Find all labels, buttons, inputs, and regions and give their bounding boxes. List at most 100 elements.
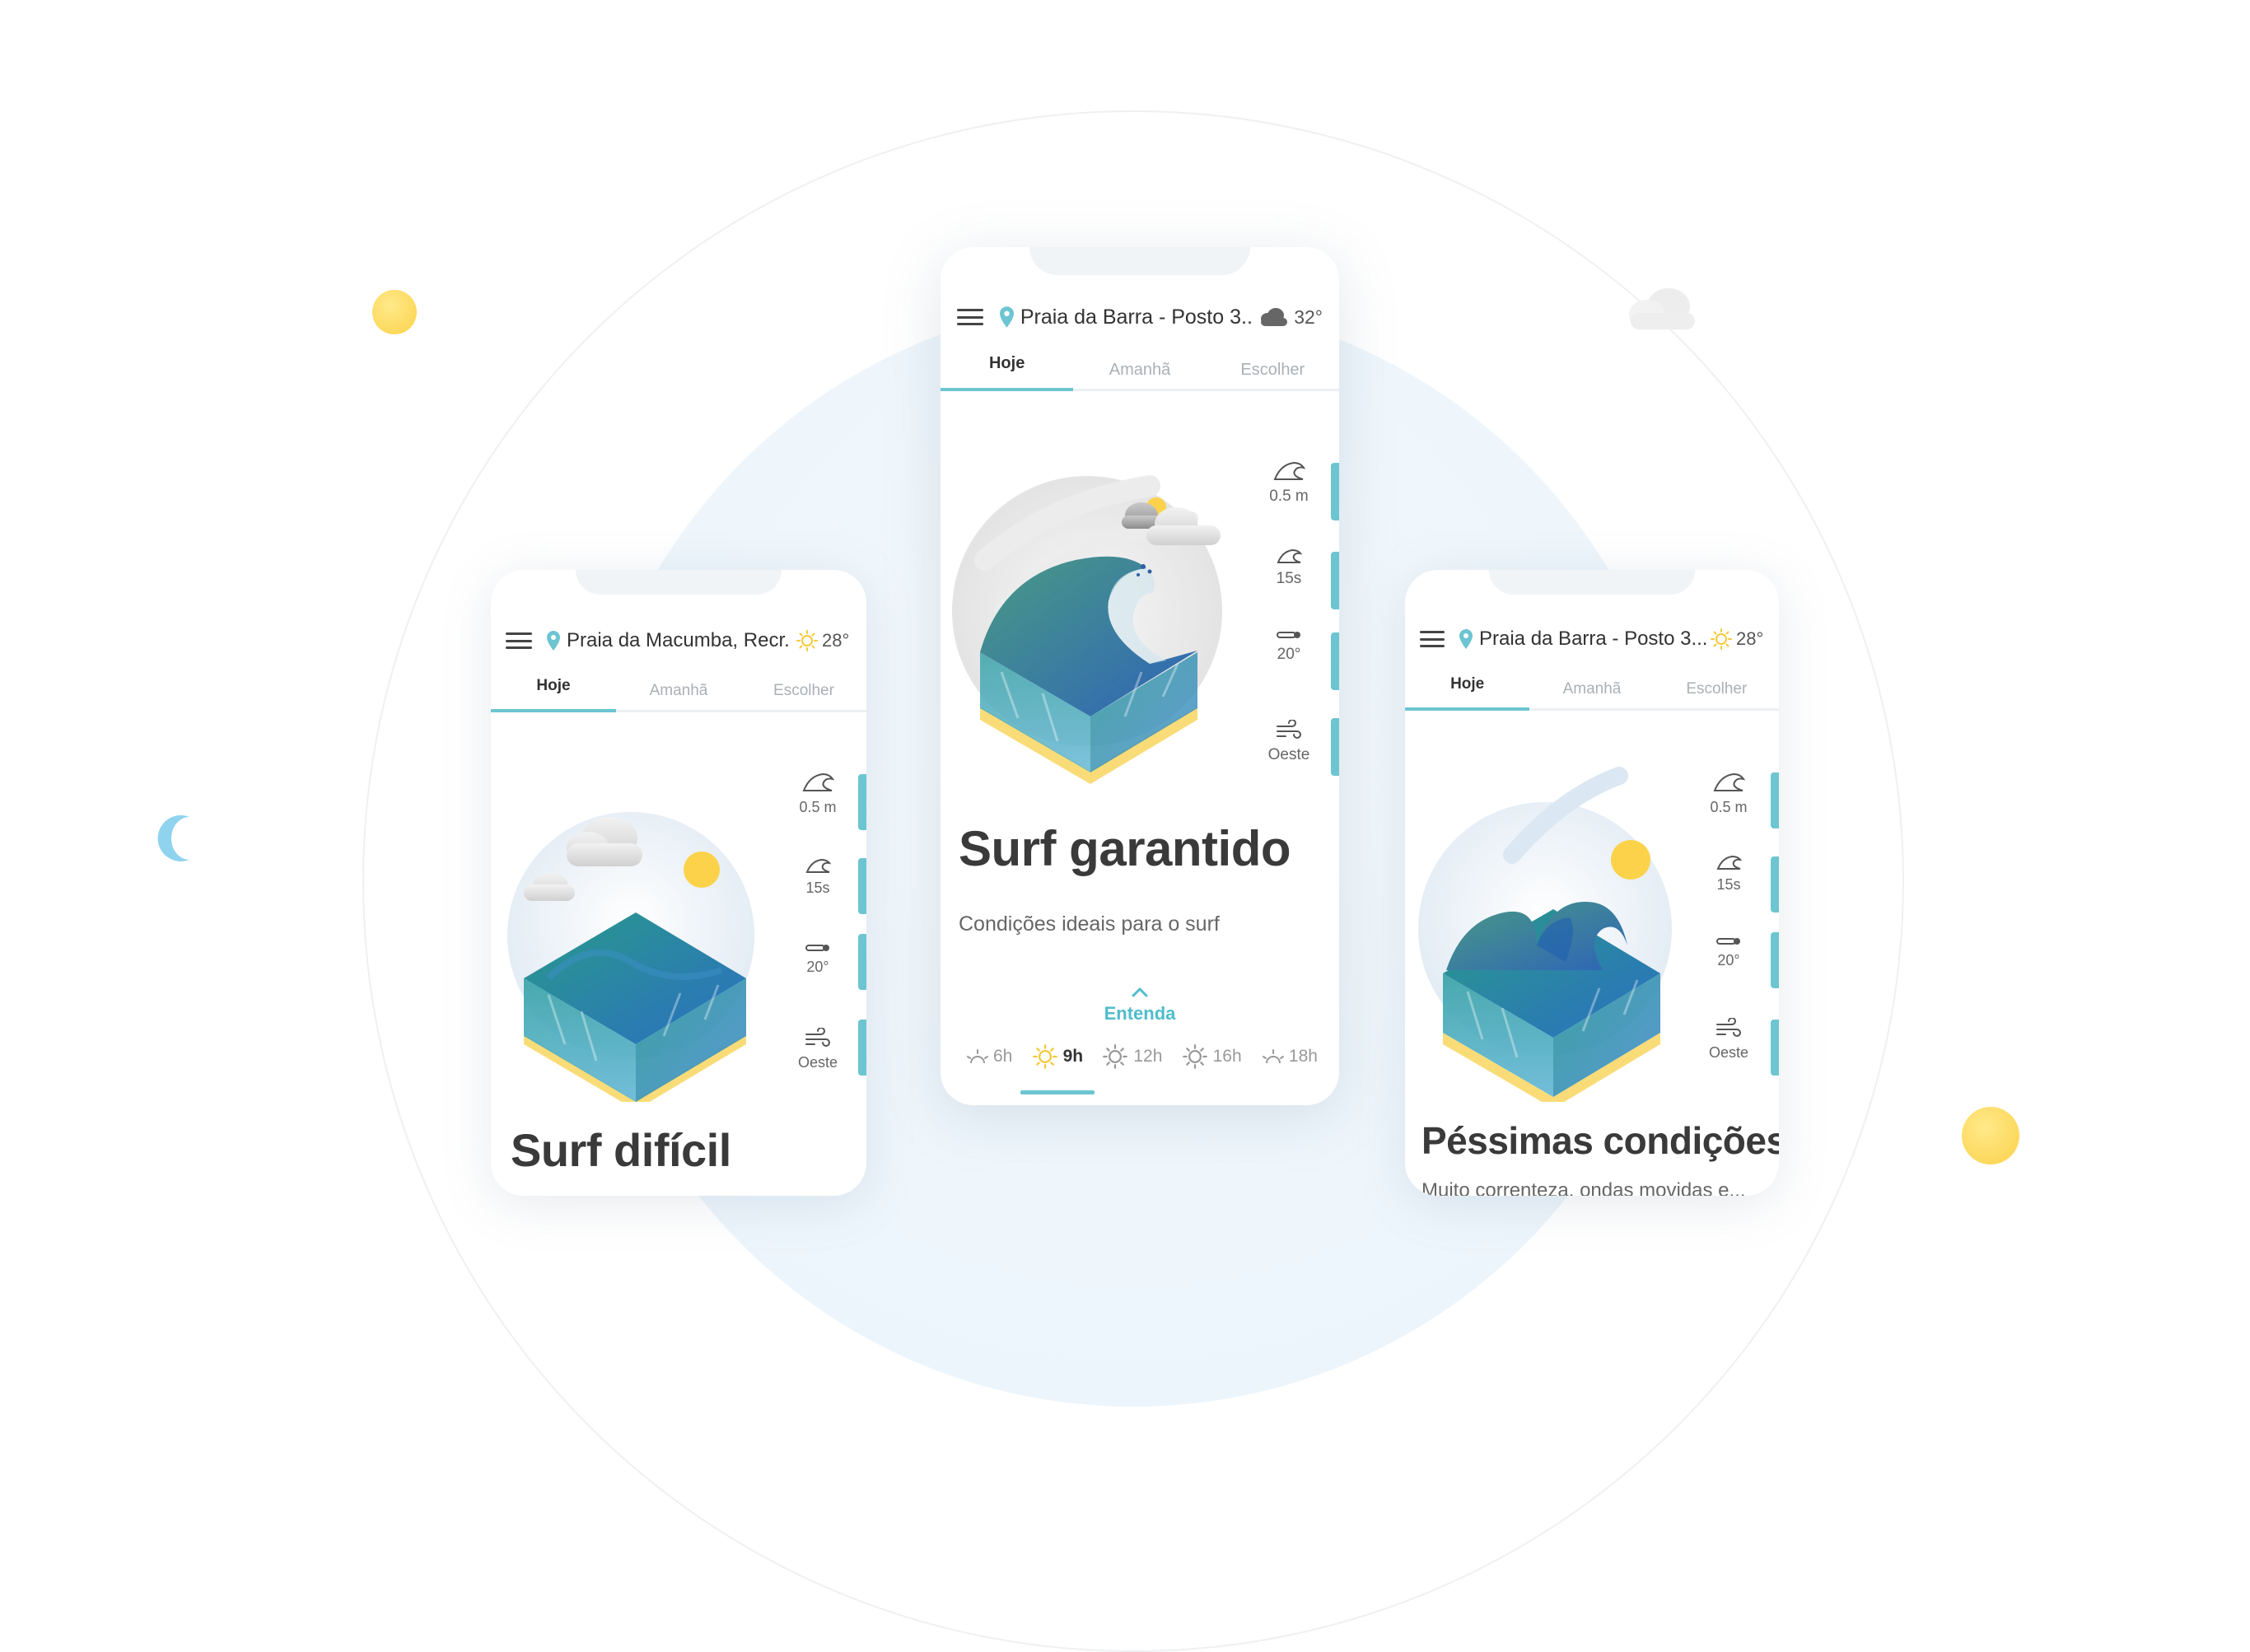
stat-wave-height[interactable]: 0.5 m bbox=[1269, 460, 1309, 547]
sun-illustration bbox=[1611, 840, 1650, 880]
hour-selector: 6h 9h 12h 16h 18h bbox=[965, 1043, 1318, 1094]
location-name: Praia da Barra - Posto 3... bbox=[1020, 305, 1252, 329]
temperature: 28° bbox=[822, 630, 850, 651]
stat-period[interactable]: 15s bbox=[1276, 547, 1302, 629]
water-temp-value: 20° bbox=[806, 959, 829, 975]
hour-9h[interactable]: 9h bbox=[1020, 1043, 1095, 1094]
stat-wind[interactable]: Oeste bbox=[798, 1028, 838, 1113]
sun-icon bbox=[1711, 628, 1732, 650]
location-selector[interactable]: Praia da Barra - Posto 3... bbox=[1020, 306, 1251, 329]
hour-6h[interactable]: 6h bbox=[965, 1047, 1012, 1066]
surf-condition-illustration bbox=[952, 475, 1222, 784]
stat-period[interactable]: 15s bbox=[1716, 853, 1742, 936]
menu-line bbox=[957, 315, 983, 319]
thermometer-icon bbox=[805, 945, 829, 951]
stat-water-temp[interactable]: 20° bbox=[1716, 936, 1742, 1018]
hour-label: 16h bbox=[1212, 1047, 1242, 1066]
level-bar bbox=[858, 1020, 866, 1076]
stat-wind[interactable]: Oeste bbox=[1709, 1018, 1748, 1100]
thermometer-icon bbox=[1716, 938, 1740, 945]
condition-title: Surf garantido bbox=[959, 821, 1291, 876]
tab-tomorrow[interactable]: Amanhã bbox=[1073, 354, 1206, 389]
small-wave-icon bbox=[1277, 548, 1302, 563]
app-header: Praia da Macumba, Recr... 28° bbox=[491, 624, 866, 657]
stat-wave-height[interactable]: 0.5 m bbox=[1710, 771, 1748, 853]
tab-choose[interactable]: Escolher bbox=[1207, 354, 1339, 389]
day-tabs: Hoje Amanhã Escolher bbox=[491, 677, 866, 712]
wind-value: Oeste bbox=[1708, 1044, 1749, 1061]
wave-icon bbox=[1273, 461, 1306, 480]
wind-icon bbox=[1276, 720, 1301, 739]
location-name: Praia da Macumba, Recr... bbox=[567, 629, 791, 651]
stat-wave-height[interactable]: 0.5 m bbox=[799, 771, 837, 856]
wind-icon bbox=[805, 1028, 830, 1047]
condition-subtitle: Condições ideais para o surf bbox=[959, 912, 1220, 936]
level-bar bbox=[1771, 932, 1779, 988]
wind-value: Oeste bbox=[797, 1054, 838, 1071]
tab-today[interactable]: Hoje bbox=[941, 354, 1074, 391]
tab-choose[interactable]: Escolher bbox=[741, 677, 866, 710]
sun-illustration bbox=[684, 852, 720, 888]
tab-today[interactable]: Hoje bbox=[1405, 675, 1530, 711]
conditions-panel: 0.5 m 15s 20° Oeste bbox=[1700, 771, 1758, 1100]
small-wave-icon bbox=[805, 858, 831, 873]
level-bar bbox=[858, 934, 866, 990]
sun-icon bbox=[796, 630, 818, 651]
menu-button[interactable] bbox=[957, 309, 983, 325]
menu-button[interactable] bbox=[1420, 631, 1445, 647]
menu-line bbox=[1420, 645, 1445, 647]
surf-condition-illustration bbox=[1418, 767, 1672, 1102]
menu-line bbox=[506, 646, 532, 649]
sunrise-icon bbox=[967, 1049, 988, 1064]
condition-title: Surf difícil bbox=[511, 1124, 731, 1176]
wave-icon bbox=[1713, 772, 1745, 791]
location-selector[interactable]: Praia da Macumba, Recr... bbox=[567, 629, 791, 652]
period-value: 15s bbox=[1276, 570, 1302, 587]
hour-18h[interactable]: 18h bbox=[1261, 1047, 1318, 1066]
deco-cloud-icon bbox=[1629, 288, 1695, 329]
hour-label: 18h bbox=[1288, 1047, 1318, 1066]
tab-tomorrow[interactable]: Amanhã bbox=[1529, 675, 1654, 708]
explain-button[interactable]: Entenda bbox=[941, 987, 1339, 1024]
deco-sun-right bbox=[1962, 1107, 2019, 1164]
location-pin-icon bbox=[999, 306, 1014, 328]
phone-left: Praia da Macumba, Recr... 28° Hoje Amanh… bbox=[491, 570, 866, 1196]
menu-line bbox=[506, 632, 532, 635]
water-temp-value: 20° bbox=[1277, 646, 1301, 663]
stat-water-temp[interactable]: 20° bbox=[805, 942, 831, 1028]
level-bar bbox=[1771, 856, 1779, 912]
hour-16h[interactable]: 16h bbox=[1182, 1043, 1242, 1070]
tab-today[interactable]: Hoje bbox=[491, 677, 616, 712]
tab-tomorrow[interactable]: Amanhã bbox=[616, 677, 741, 710]
hour-12h[interactable]: 12h bbox=[1102, 1043, 1162, 1070]
location-selector[interactable]: Praia da Barra - Posto 3... bbox=[1479, 628, 1706, 651]
tab-choose[interactable]: Escolher bbox=[1655, 675, 1779, 708]
stat-water-temp[interactable]: 20° bbox=[1276, 629, 1302, 720]
hour-label: 6h bbox=[993, 1047, 1013, 1066]
wind-icon bbox=[1716, 1018, 1741, 1037]
current-weather: 28° bbox=[1710, 628, 1763, 651]
menu-line bbox=[957, 323, 983, 325]
menu-line bbox=[506, 639, 532, 642]
conditions-panel: 0.5 m 15s 20° Oeste bbox=[1260, 460, 1318, 802]
period-value: 15s bbox=[805, 880, 830, 896]
stat-wind[interactable]: Oeste bbox=[1268, 720, 1309, 802]
phone-notch bbox=[576, 570, 782, 595]
sun-icon bbox=[1182, 1044, 1207, 1069]
sun-icon bbox=[1032, 1044, 1057, 1069]
wave-icon bbox=[802, 772, 834, 791]
level-bar bbox=[858, 774, 866, 830]
current-weather: 32° bbox=[1258, 306, 1323, 329]
period-value: 15s bbox=[1716, 876, 1741, 893]
phone-center: Praia da Barra - Posto 3... 32° Hoje Ama… bbox=[941, 247, 1339, 1105]
location-pin-icon bbox=[1459, 629, 1473, 649]
water-temp-value: 20° bbox=[1717, 952, 1740, 968]
menu-button[interactable] bbox=[506, 632, 532, 649]
stat-period[interactable]: 15s bbox=[805, 856, 831, 942]
conditions-panel: 0.5 m 15s 20° Oeste bbox=[789, 771, 847, 1113]
deco-sun-left bbox=[372, 290, 417, 334]
day-tabs: Hoje Amanhã Escolher bbox=[941, 354, 1339, 391]
hour-label: 12h bbox=[1133, 1047, 1163, 1066]
cloud-icon bbox=[1261, 308, 1288, 326]
menu-line bbox=[1420, 631, 1445, 633]
